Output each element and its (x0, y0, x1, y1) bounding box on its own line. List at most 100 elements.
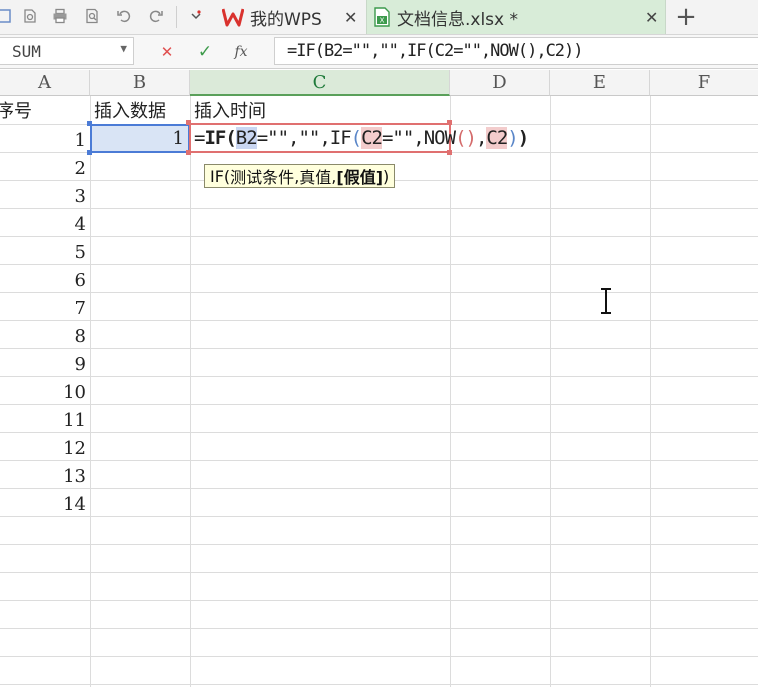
cell-a-header[interactable]: 序号 (0, 96, 90, 124)
svg-text:X: X (380, 17, 385, 25)
formula-equals: = (194, 127, 205, 149)
cell-a-value[interactable]: 5 (0, 238, 90, 266)
confirm-button[interactable]: ✓ (194, 41, 216, 63)
column-header-f[interactable]: F (650, 70, 758, 96)
grid-line (0, 348, 758, 349)
formula-paren: ) (517, 127, 529, 149)
tooltip-arg-false-value: [假值] (336, 168, 384, 187)
grid-line (0, 404, 758, 405)
tooltip-arg-true-value: 真值 (299, 168, 332, 187)
cell-c-editing[interactable]: = IF(B2 ="","",IF(C2 ="",NOW(), C2)) (189, 123, 529, 153)
cell-corner-handle[interactable] (87, 121, 92, 126)
grid-line (0, 572, 758, 573)
tooltip-function: IF (210, 166, 224, 186)
close-tab-icon[interactable]: ✕ (344, 8, 357, 27)
insert-function-button[interactable]: fx (230, 41, 252, 63)
cell-a-value[interactable]: 3 (0, 182, 90, 210)
export-icon[interactable] (20, 6, 40, 26)
chevron-down-icon[interactable]: ▼ (120, 42, 127, 55)
print-icon[interactable] (50, 6, 70, 26)
cell-corner-handle[interactable] (447, 150, 452, 155)
tab-my-wps[interactable]: 我的WPS ✕ (212, 0, 372, 34)
cell-corner-handle[interactable] (87, 150, 92, 155)
grid-line (0, 432, 758, 433)
cell-a-value[interactable]: 10 (0, 378, 90, 406)
grid-line (450, 96, 451, 687)
grid-line (90, 96, 91, 687)
tooltip-text: ) (383, 166, 390, 186)
grid-line (0, 656, 758, 657)
grid-line (190, 96, 191, 687)
save-icon[interactable] (0, 6, 14, 26)
cell-a-value[interactable]: 9 (0, 350, 90, 378)
formula-paren: () (455, 127, 477, 149)
print-preview-icon[interactable] (82, 6, 102, 26)
grid-line (0, 264, 758, 265)
undo-icon[interactable] (114, 6, 134, 26)
cell-b-selected-reference[interactable]: 1 (90, 124, 190, 153)
formula-function-if: IF (204, 127, 226, 149)
wps-logo-icon (222, 7, 244, 27)
tooltip-arg-condition: 测试条件 (230, 168, 295, 187)
cell-a-value[interactable]: 1 (0, 126, 90, 154)
excel-file-icon: X (373, 7, 391, 27)
cancel-button[interactable]: ✕ (156, 41, 178, 63)
tab-document[interactable]: X 文档信息.xlsx * ✕ (366, 0, 666, 34)
formula-reference-c2: C2 (361, 127, 383, 149)
cell-a-value[interactable]: 7 (0, 294, 90, 322)
cell-a-value[interactable]: 14 (0, 490, 90, 518)
grid-line (0, 208, 758, 209)
grid-line (0, 376, 758, 377)
grid-line (0, 488, 758, 489)
grid-line (0, 292, 758, 293)
cell-a-value[interactable]: 13 (0, 462, 90, 490)
cell-a-value[interactable]: 6 (0, 266, 90, 294)
redo-icon[interactable] (146, 6, 166, 26)
text-cursor-icon (601, 288, 611, 314)
name-box[interactable]: SUM ▼ (0, 37, 134, 65)
formula-paren: ) (507, 127, 518, 149)
column-header-d[interactable]: D (450, 70, 550, 96)
cell-a-value[interactable]: 4 (0, 210, 90, 238)
formula-reference-c2: C2 (486, 127, 508, 149)
tab-label: 我的WPS (250, 9, 322, 30)
cell-a-value[interactable]: 2 (0, 154, 90, 182)
grid-line (0, 628, 758, 629)
column-header-a[interactable]: A (0, 70, 90, 96)
cell-b-header[interactable]: 插入数据 (94, 96, 190, 124)
cell-corner-handle[interactable] (186, 150, 191, 155)
tab-label: 文档信息.xlsx * (397, 9, 519, 30)
column-header-b[interactable]: B (90, 70, 190, 96)
formula-paren: ( (225, 127, 236, 149)
formula-reference-b2: B2 (235, 127, 258, 149)
close-tab-icon[interactable]: ✕ (645, 8, 658, 27)
dropdown-arrow-icon[interactable] (186, 6, 206, 26)
grid-line (0, 600, 758, 601)
cell-corner-handle[interactable] (186, 120, 191, 125)
grid-line (0, 320, 758, 321)
grid-line (0, 684, 758, 685)
toolbar-separator (176, 6, 177, 28)
formula-input[interactable]: =IF(B2="","",IF(C2="",NOW(),C2)) (274, 37, 758, 65)
column-header-c[interactable]: C (190, 70, 450, 96)
grid-line (0, 460, 758, 461)
new-tab-button[interactable]: + (672, 0, 700, 34)
grid-line (550, 96, 551, 687)
cell-a-value[interactable]: 12 (0, 434, 90, 462)
formula-text: , (475, 127, 487, 149)
cell-a-value[interactable]: 8 (0, 322, 90, 350)
formula-paren: ( (350, 127, 362, 149)
title-bar: 我的WPS ✕ X 文档信息.xlsx * ✕ + (0, 0, 758, 35)
grid-line (0, 544, 758, 545)
formula-text: ="",NOW (381, 127, 456, 149)
function-tooltip: IF (测试条件, 真值, [假值]) (204, 164, 396, 188)
cell-a-value[interactable]: 11 (0, 406, 90, 434)
cell-corner-handle[interactable] (447, 120, 452, 125)
grid-line (0, 516, 758, 517)
formula-bar: SUM ▼ ✕ ✓ fx =IF(B2="","",IF(C2="",NOW()… (0, 35, 758, 69)
grid-line (0, 236, 758, 237)
column-header-e[interactable]: E (550, 70, 650, 96)
name-box-value: SUM (12, 41, 41, 61)
grid-line (650, 96, 651, 687)
cell-c-header[interactable]: 插入时间 (194, 96, 450, 124)
